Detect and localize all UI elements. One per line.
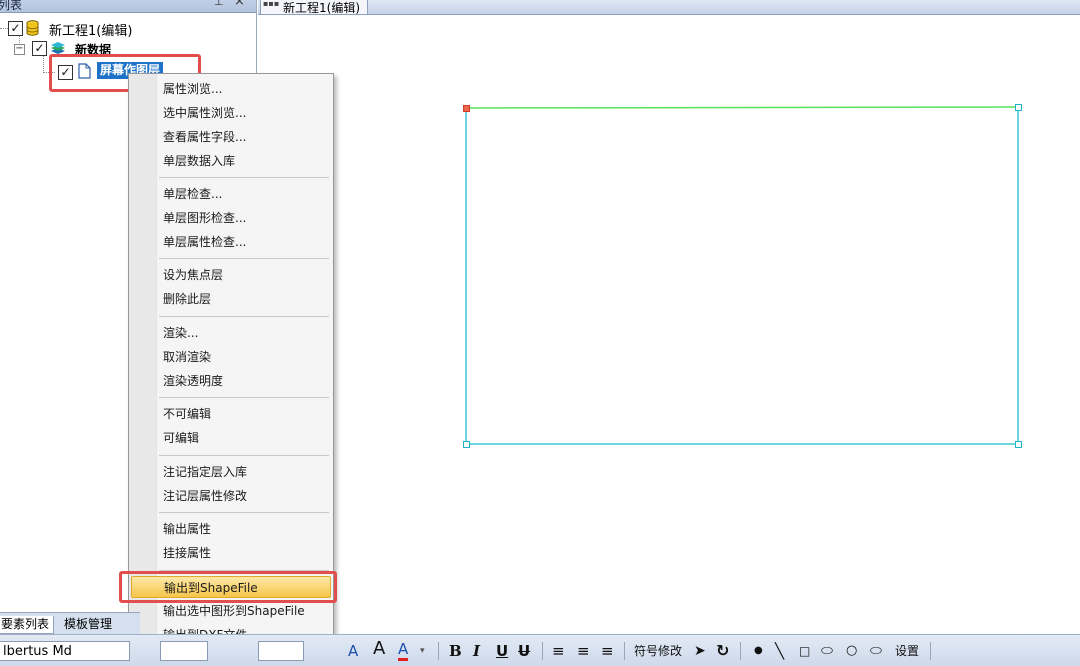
menu-separator [159, 512, 329, 513]
toolbar-separator [740, 642, 741, 660]
menu-item-attribute-browse[interactable]: 属性浏览... [131, 78, 331, 100]
pointer-icon[interactable]: ➤ [694, 640, 706, 662]
document-tab-bar [258, 0, 1080, 15]
menu-separator [159, 397, 329, 398]
toolbar-separator [930, 642, 931, 660]
font-size-combobox[interactable] [258, 641, 304, 661]
map-canvas[interactable] [259, 15, 1080, 633]
menu-item-export-attributes[interactable]: 输出属性 [131, 518, 331, 540]
tab-template-manager[interactable]: 模板管理 [60, 616, 116, 633]
vertex-handle[interactable] [463, 441, 470, 448]
line-tool-icon[interactable]: ╲ [775, 640, 784, 662]
bold-button[interactable]: B [449, 640, 462, 662]
tab-document[interactable]: ▪▪▪ 新工程1(编辑) [260, 0, 368, 15]
menu-separator [159, 258, 329, 259]
menu-item-render[interactable]: 渲染... [131, 322, 331, 344]
rounded-rect-tool-icon[interactable]: ⬭ [821, 640, 833, 662]
rotate-icon[interactable]: ↻ [716, 640, 729, 662]
menu-separator [159, 316, 329, 317]
document-tab-label: 新工程1(编辑) [283, 1, 360, 15]
underline-button[interactable]: U [496, 640, 508, 662]
rectangle-tool-icon[interactable]: □ [799, 640, 810, 662]
menu-item-single-layer-import[interactable]: 单层数据入库 [131, 150, 331, 172]
menu-item-render-transparency[interactable]: 渲染透明度 [131, 370, 331, 392]
font-style-combobox[interactable] [160, 641, 208, 661]
ellipse-tool-icon[interactable]: ⬭ [870, 640, 882, 662]
tab-feature-list[interactable]: 要素列表 [0, 616, 55, 634]
vertex-handle[interactable] [1015, 441, 1022, 448]
toolbar-separator [438, 642, 439, 660]
drawn-rectangle[interactable] [259, 15, 1080, 633]
panel-header: 列表 ⊥ × [0, 0, 256, 13]
menu-item-layer-attribute-check[interactable]: 单层属性检查... [131, 231, 331, 253]
align-right-icon[interactable]: ≡ [601, 640, 614, 662]
highlight-box-menu-item [119, 571, 337, 603]
toolbar-separator [542, 642, 543, 660]
menu-separator [159, 455, 329, 456]
menu-item-delete-layer[interactable]: 删除此层 [131, 288, 331, 310]
bottom-panel-tabs: 要素列表 模板管理 [0, 612, 140, 635]
menu-item-layer-geometry-check[interactable]: 单层图形检查... [131, 207, 331, 229]
menu-item-cancel-render[interactable]: 取消渲染 [131, 346, 331, 368]
vertex-handle[interactable] [1015, 104, 1022, 111]
text-format-toolbar: lbertus Md A A A ▾ B I U U ≡ ≡ ≡ 符号修改 ➤ … [0, 634, 1080, 666]
close-icon[interactable]: × [234, 0, 245, 9]
layer-context-menu: 属性浏览... 选中属性浏览... 查看属性字段... 单层数据入库 单层检查.… [128, 73, 334, 649]
vertex-handle-selected[interactable] [463, 105, 470, 112]
settings-button[interactable]: 设置 [895, 640, 919, 662]
font-color-button[interactable]: A [398, 641, 409, 661]
toolbar-separator [624, 642, 625, 660]
menu-item-layer-check[interactable]: 单层检查... [131, 183, 331, 205]
align-center-icon[interactable]: ≡ [577, 640, 590, 662]
font-shrink-button[interactable]: A [373, 638, 385, 660]
menu-item-annotation-attribute-edit[interactable]: 注记层属性修改 [131, 485, 331, 507]
font-name-combobox[interactable]: lbertus Md [0, 641, 130, 661]
project-checkbox[interactable]: ✓ [8, 21, 23, 36]
strikethrough-button[interactable]: U [518, 640, 530, 662]
symbol-edit-button[interactable]: 符号修改 [634, 640, 682, 662]
project-label: 新工程1(编辑) [49, 24, 133, 39]
circle-tool-icon[interactable]: ○ [846, 640, 857, 662]
menu-item-attach-attributes[interactable]: 挂接属性 [131, 542, 331, 564]
italic-button[interactable]: I [473, 640, 480, 662]
tree-connector [0, 28, 8, 29]
menu-item-view-attribute-fields[interactable]: 查看属性字段... [131, 126, 331, 148]
database-icon [26, 20, 39, 39]
document-tab-icon: ▪▪▪ [263, 0, 280, 8]
dataset-checkbox[interactable]: ✓ [32, 41, 47, 56]
menu-separator [159, 177, 329, 178]
collapse-icon[interactable]: − [14, 44, 25, 55]
chevron-down-icon[interactable]: ▾ [420, 640, 425, 662]
point-tool-icon[interactable]: ● [754, 640, 763, 662]
tree-connector [43, 55, 44, 73]
pin-icon[interactable]: ⊥ [214, 0, 224, 8]
menu-item-annotation-layer-import[interactable]: 注记指定层入库 [131, 461, 331, 483]
menu-item-export-selected-shapefile[interactable]: 输出选中图形到ShapeFile [131, 600, 331, 622]
menu-item-editable[interactable]: 可编辑 [131, 427, 331, 449]
menu-item-not-editable[interactable]: 不可编辑 [131, 403, 331, 425]
align-left-icon[interactable]: ≡ [552, 640, 565, 662]
menu-item-selected-attribute-browse[interactable]: 选中属性浏览... [131, 102, 331, 124]
font-grow-button[interactable]: A [348, 640, 358, 662]
menu-item-set-focus-layer[interactable]: 设为焦点层 [131, 264, 331, 286]
panel-title: 列表 [0, 0, 23, 12]
